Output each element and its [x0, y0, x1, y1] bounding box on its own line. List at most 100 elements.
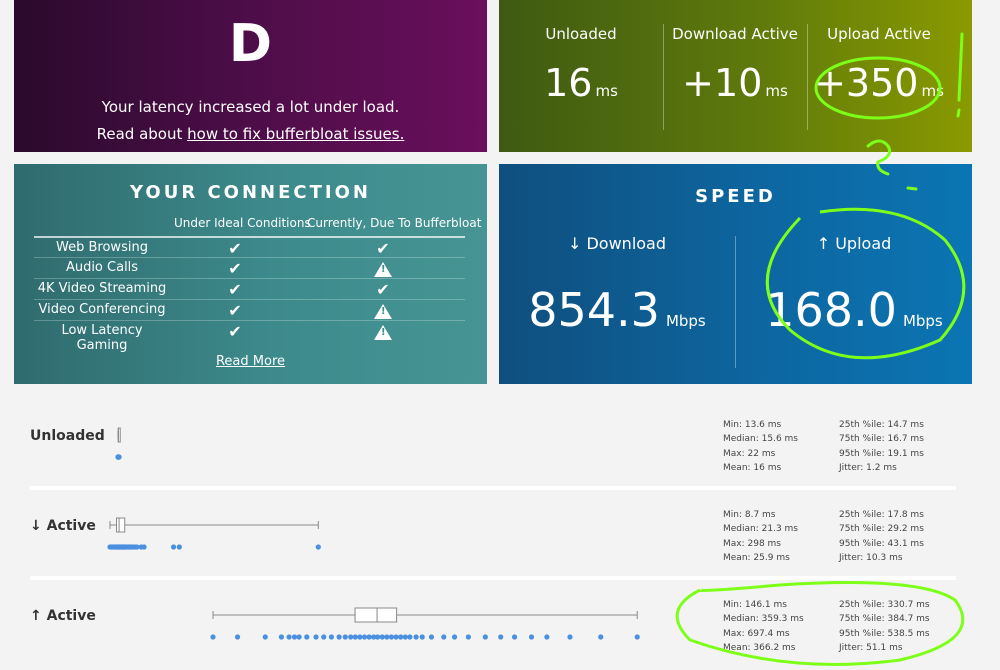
latency-boxplot: [210, 607, 640, 640]
bufferbloat-fix-link[interactable]: how to fix bufferbloat issues.: [187, 125, 404, 143]
latency-unit: ms: [595, 82, 618, 100]
warning-icon: [374, 262, 392, 277]
warning-icon: [374, 325, 392, 340]
sample-point: [511, 634, 518, 640]
sample-point: [634, 634, 640, 640]
sample-point: [393, 634, 399, 640]
sample-point: [374, 634, 381, 640]
sample-point: [379, 634, 385, 640]
latency-boxplot: [107, 517, 321, 550]
connection-ideal-status: ✔: [223, 238, 247, 259]
stat-line: Max: 22 ms: [723, 448, 776, 459]
stat-values-right: 25th %ile: 14.7 ms 75th %ile: 16.7 ms 95th…: [839, 418, 924, 475]
stat-line: Jitter: 1.2 ms: [839, 462, 897, 473]
connection-row-name: Video Conferencing: [38, 302, 166, 317]
sample-point: [348, 634, 354, 640]
connection-row: Audio Calls ✔: [34, 257, 465, 279]
sample-point: [291, 634, 298, 640]
stat-line: 25th %ile: 17.8 ms: [839, 510, 924, 520]
connection-row-name: 4K Video Streaming: [37, 281, 167, 296]
sample-point: [544, 634, 550, 640]
sample-point: [366, 634, 372, 640]
sample-point: [315, 544, 321, 550]
stat-line: 75th %ile: 16.7 ms: [839, 434, 924, 445]
sample-point: [465, 634, 471, 640]
latency-stats: Unloaded Min: 13.6 ms Median: 15.6 ms Max: …: [30, 400, 956, 669]
speed-number: 854.3: [528, 283, 660, 337]
stat-block: Unloaded Min: 13.6 ms Median: 15.6 ms Max: …: [30, 400, 956, 490]
speed-number: 168.0: [765, 283, 897, 337]
speed-label: ↓ Download: [567, 234, 667, 253]
latency-number: +10: [682, 61, 763, 105]
speed-value: 854.3 Mbps: [499, 283, 735, 337]
stat-line: 75th %ile: 384.7 ms: [839, 614, 930, 625]
read-about-text: Read about: [96, 125, 188, 143]
connection-row: 4K Video Streaming ✔ ✔: [34, 278, 465, 300]
sample-point: [451, 634, 458, 640]
warning-icon: [374, 304, 392, 319]
stat-line: 95th %ile: 43.1 ms: [839, 538, 924, 549]
stat-line: Min: 13.6 ms: [723, 420, 782, 430]
latency-unloaded: Unloaded 16 ms: [499, 0, 663, 152]
connection-ideal-status: ✔: [223, 300, 247, 321]
latency-label: Download Active: [672, 25, 798, 43]
sample-point: [528, 634, 535, 640]
connection-now-status: ✔: [371, 279, 395, 300]
check-icon: ✔: [228, 322, 242, 341]
connection-card: YOUR CONNECTION Under Ideal Conditions C…: [14, 164, 487, 384]
stat-line: 95th %ile: 538.5 ms: [839, 628, 930, 639]
latency-label: Upload Active: [827, 25, 931, 43]
stat-values-left: Min: 13.6 ms Median: 15.6 ms Max: 22 ms Mea…: [723, 418, 798, 475]
latency-unit: ms: [765, 82, 788, 100]
sample-point: [419, 634, 425, 640]
box-iqr: [116, 517, 126, 533]
grade-letter: D: [228, 14, 273, 74]
connection-row: Low Latency Gaming ✔: [34, 320, 465, 353]
sample-point: [402, 634, 408, 640]
sample-point: [336, 634, 342, 640]
latency-download-active: Download Active +10 ms: [663, 0, 807, 152]
latency-unit: ms: [921, 82, 944, 100]
speed-download: ↓ Download 854.3 Mbps: [499, 234, 735, 337]
speed-label: ↑ Upload: [816, 234, 892, 253]
sample-point: [482, 634, 488, 640]
stat-line: Mean: 25.9 ms: [723, 552, 790, 563]
stat-line: Max: 697.4 ms: [723, 628, 790, 639]
connection-ideal-status: ✔: [223, 321, 247, 342]
stat-line: Jitter: 51.1 ms: [839, 642, 903, 653]
stat-block: ↑ Active Min: 146.1 ms Median: 359.3 ms Max…: [30, 580, 956, 670]
connection-now-status: [371, 321, 395, 344]
sample-point: [141, 544, 147, 550]
connection-ideal-status: ✔: [223, 279, 247, 300]
sample-point: [361, 634, 368, 640]
col-current-heading: Currently, Due To Bufferbloat: [307, 216, 482, 230]
sample-point: [598, 634, 604, 640]
connection-now-status: ✔: [371, 238, 395, 259]
speed-upload: ↑ Upload 168.0 Mbps: [736, 234, 972, 337]
stat-values-right: 25th %ile: 330.7 ms 75th %ile: 384.7 ms 95…: [839, 598, 930, 655]
read-more-link[interactable]: Read More: [14, 354, 487, 369]
sample-point: [398, 634, 404, 640]
stat-line: Jitter: 10.3 ms: [839, 552, 903, 563]
connection-ideal-status: ✔: [223, 258, 247, 279]
grade-card: D Your latency increased a lot under loa…: [14, 0, 487, 152]
stat-line: Median: 359.3 ms: [723, 614, 804, 625]
sample-point: [176, 544, 182, 550]
sample-point: [304, 634, 310, 640]
speed-unit: Mbps: [665, 312, 706, 330]
sample-point: [567, 634, 573, 640]
sample-point: [441, 634, 447, 640]
connection-row: Video Conferencing ✔: [34, 299, 465, 321]
stat-values-left: Min: 146.1 ms Median: 359.3 ms Max: 697.4 …: [723, 598, 804, 655]
sample-point: [321, 634, 327, 640]
stat-line: Median: 15.6 ms: [723, 434, 798, 445]
sample-point: [278, 634, 285, 640]
sample-point: [342, 634, 348, 640]
sample-point: [116, 454, 122, 460]
latency-card: Unloaded 16 ms Download Active +10 ms Uplo…: [499, 0, 972, 152]
stat-line: 25th %ile: 330.7 ms: [839, 600, 930, 610]
connection-row-name: Web Browsing: [56, 240, 148, 255]
sample-point: [328, 634, 335, 640]
sample-point: [388, 634, 395, 640]
sample-point: [407, 634, 413, 640]
